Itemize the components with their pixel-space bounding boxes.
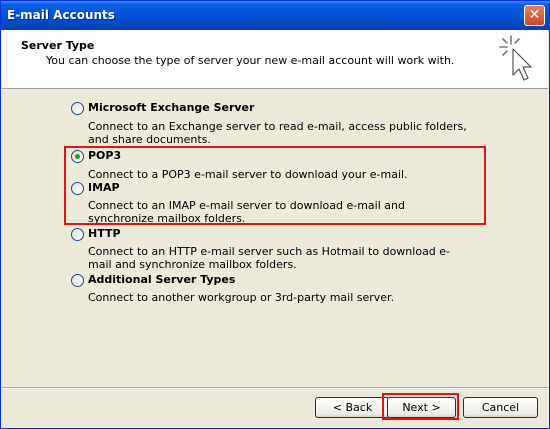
radio-additional[interactable] xyxy=(71,274,84,287)
option-additional-description: Connect to another workgroup or 3rd-part… xyxy=(88,291,395,304)
radio-exchange[interactable] xyxy=(71,102,84,115)
wizard-header: Server Type You can choose the type of s… xyxy=(2,30,548,89)
window-title: E-mail Accounts xyxy=(7,8,115,22)
option-exchange-description: Connect to an Exchange server to read e-… xyxy=(88,120,467,146)
back-button[interactable]: < Back xyxy=(315,397,390,418)
footer-divider xyxy=(2,387,548,389)
cancel-button[interactable]: Cancel xyxy=(463,397,538,418)
header-title: Server Type xyxy=(21,39,95,52)
next-button-highlight xyxy=(382,393,459,420)
pop3-imap-highlight xyxy=(64,146,486,225)
radio-http[interactable] xyxy=(71,228,84,241)
option-http-description: Connect to an HTTP e-mail server such as… xyxy=(88,245,451,271)
close-icon: ✕ xyxy=(528,7,541,23)
option-http-label[interactable]: HTTP xyxy=(88,227,121,240)
title-bar[interactable]: E-mail Accounts ✕ xyxy=(1,1,549,30)
cursor-sparkle-icon xyxy=(499,35,532,81)
option-exchange-label[interactable]: Microsoft Exchange Server xyxy=(88,101,254,114)
header-subtitle: You can choose the type of server your n… xyxy=(46,54,455,67)
close-button[interactable]: ✕ xyxy=(524,5,545,26)
option-additional-label[interactable]: Additional Server Types xyxy=(88,273,235,286)
email-accounts-dialog: E-mail Accounts ✕ Server Type You can ch… xyxy=(0,0,550,429)
